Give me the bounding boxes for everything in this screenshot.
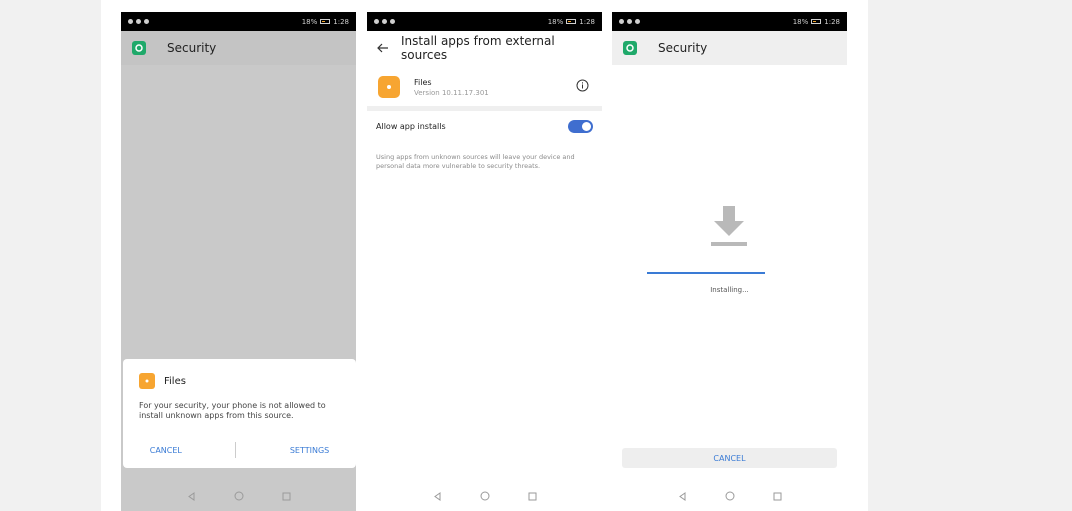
info-icon[interactable] (576, 79, 589, 92)
notification-icon (627, 19, 632, 24)
app-version: Version 10.11.17.301 (414, 88, 489, 97)
clock: 1:28 (824, 17, 840, 26)
phone-screen-security-dialog: 18% 1:28 Security Files For your security… (121, 12, 356, 511)
back-nav-icon[interactable] (678, 491, 687, 501)
notification-icon (382, 19, 387, 24)
battery-percent: 18% (792, 17, 809, 26)
battery-icon (320, 19, 331, 24)
status-bar: 18% 1:28 (367, 12, 602, 31)
shield-icon (623, 41, 637, 55)
home-nav-icon[interactable] (234, 491, 244, 501)
battery-icon (811, 19, 822, 24)
dialog-title: Files (164, 375, 186, 387)
app-bar: Install apps from external sources (367, 31, 602, 65)
navigation-bar (612, 481, 847, 511)
notification-icon (390, 19, 395, 24)
install-progress-bar (647, 272, 765, 274)
status-bar: 18% 1:28 (121, 12, 356, 31)
app-name: Files (414, 77, 432, 87)
clock: 1:28 (579, 17, 595, 26)
clock: 1:28 (333, 17, 349, 26)
shield-icon (132, 41, 146, 55)
back-nav-icon[interactable] (433, 491, 442, 501)
dialog-message: For your security, your phone is not all… (139, 401, 326, 420)
app-bar: Security (121, 31, 356, 65)
wifi-icon (374, 19, 379, 24)
status-bar: 18% 1:28 (612, 12, 847, 31)
navigation-bar (121, 481, 356, 511)
app-info-row: Files Version 10.11.17.301 (367, 67, 602, 107)
home-nav-icon[interactable] (725, 491, 735, 501)
notification-icon (136, 19, 141, 24)
allow-installs-row[interactable]: Allow app installs (367, 114, 602, 138)
app-bar-title: Install apps from external sources (401, 34, 555, 62)
back-nav-icon[interactable] (187, 491, 196, 501)
phone-screen-external-sources: 18% 1:28 Install apps from external sourc… (367, 12, 602, 511)
notification-icon (144, 19, 149, 24)
files-app-icon (139, 373, 155, 389)
navigation-bar (367, 481, 602, 511)
blocked-install-dialog: Files For your security, your phone is n… (123, 359, 356, 468)
back-arrow-icon[interactable] (377, 43, 389, 53)
cancel-button[interactable]: CANCEL (150, 446, 182, 455)
cancel-install-button[interactable]: CANCEL (622, 448, 837, 468)
notification-icon (635, 19, 640, 24)
home-nav-icon[interactable] (480, 491, 490, 501)
app-bar: Security (612, 31, 847, 65)
recents-nav-icon[interactable] (282, 492, 291, 501)
wifi-icon (619, 19, 624, 24)
files-app-icon (378, 76, 400, 98)
allow-installs-label: Allow app installs (376, 121, 446, 131)
battery-percent: 18% (547, 17, 564, 26)
allow-installs-toggle[interactable] (568, 119, 593, 133)
divider (235, 442, 237, 458)
battery-percent: 18% (301, 17, 318, 26)
app-bar-title: Security (167, 41, 217, 55)
battery-icon (566, 19, 577, 24)
security-warning-text: Using apps from unknown sources will lea… (376, 153, 575, 170)
wifi-icon (128, 19, 133, 24)
download-icon (711, 206, 747, 246)
section-divider (367, 106, 602, 111)
phone-screen-installing: 18% 1:28 Security Installing... CANCEL (612, 12, 847, 511)
recents-nav-icon[interactable] (773, 492, 782, 501)
recents-nav-icon[interactable] (528, 492, 537, 501)
installing-status: Installing... (710, 286, 749, 294)
app-bar-title: Security (658, 41, 708, 55)
settings-button[interactable]: SETTINGS (290, 446, 329, 455)
